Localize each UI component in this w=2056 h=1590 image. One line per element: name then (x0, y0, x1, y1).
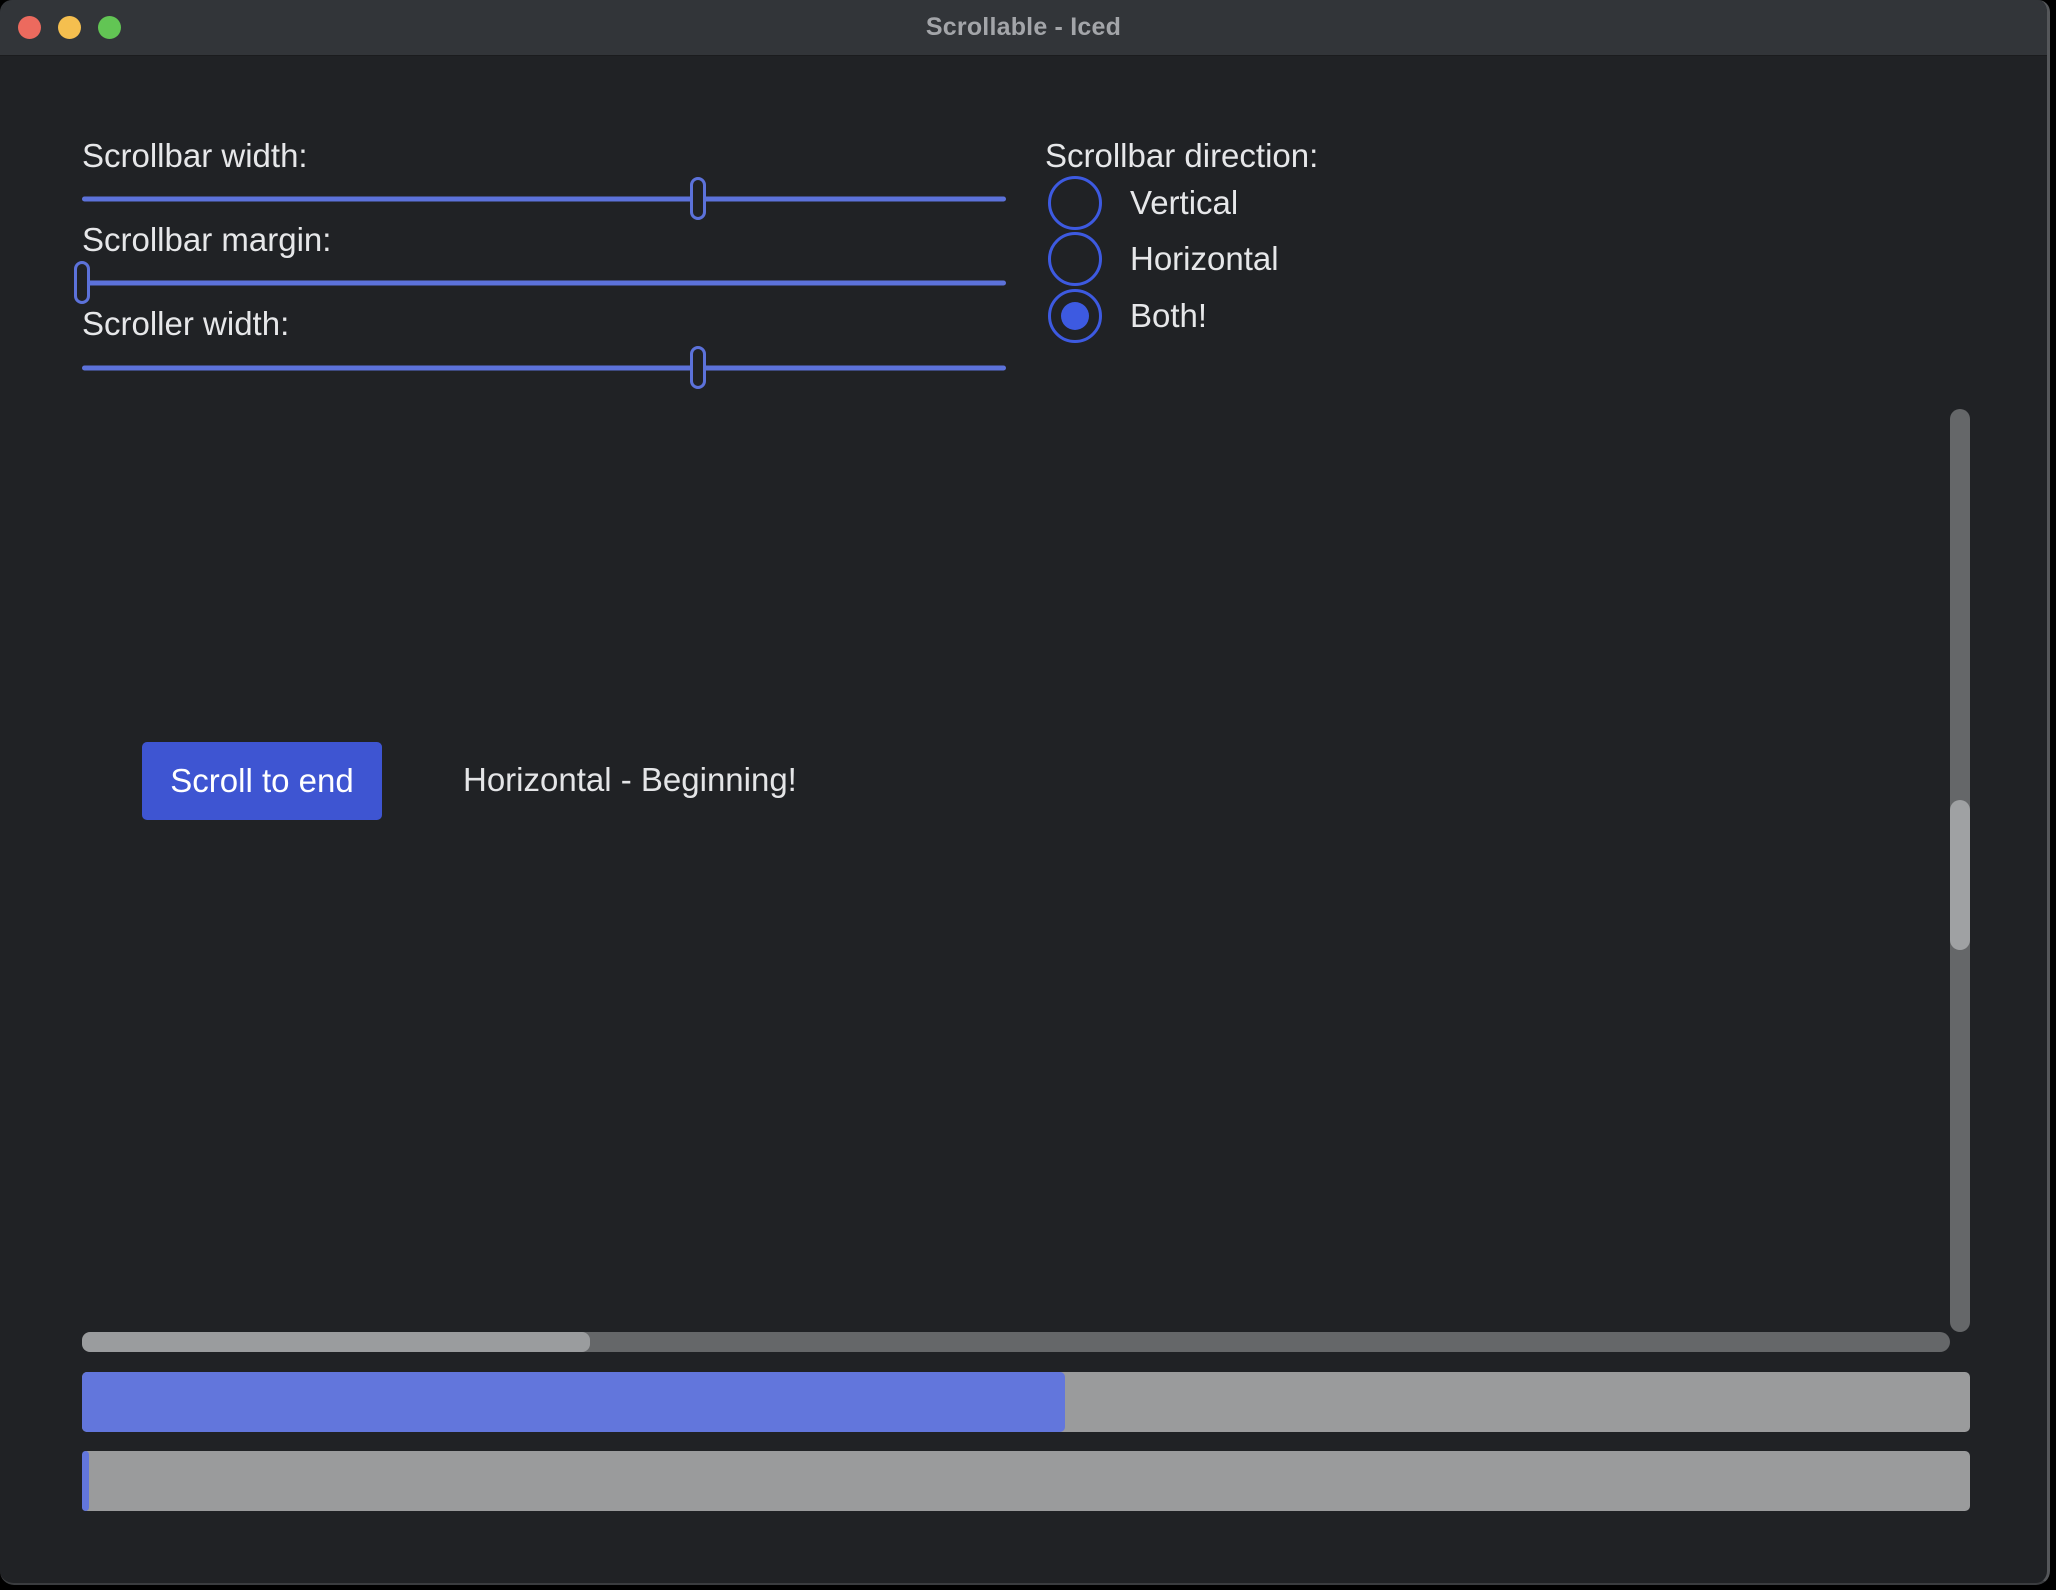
scrollbar-width-slider[interactable] (82, 177, 1006, 220)
app-window: Scrollable - Iced Scrollbar width: Scrol… (0, 0, 2050, 1585)
slider-rail (82, 280, 1006, 285)
window-title: Scrollable - Iced (926, 13, 1121, 42)
radio-dot (1061, 302, 1089, 330)
radio-circle[interactable] (1048, 289, 1102, 343)
scrollbar-width-label: Scrollbar width: (82, 139, 308, 173)
horizontal-progress-bar (82, 1372, 1970, 1432)
slider-rail (82, 196, 1006, 201)
radio-option-both[interactable]: Both! (1048, 289, 1207, 343)
close-button[interactable] (18, 16, 41, 39)
radio-label[interactable]: Both! (1130, 297, 1207, 335)
horizontal-scrollbar[interactable] (82, 1332, 1950, 1352)
radio-label[interactable]: Vertical (1130, 184, 1238, 222)
radio-option-horizontal[interactable]: Horizontal (1048, 232, 1279, 286)
vertical-scroller-thumb[interactable] (1950, 800, 1970, 950)
scrollbar-margin-label: Scrollbar margin: (82, 223, 331, 257)
slider-handle[interactable] (690, 177, 706, 220)
slider-rail (82, 365, 1006, 370)
vertical-scrollbar[interactable] (1950, 409, 1970, 1332)
scroll-to-end-button[interactable]: Scroll to end (142, 742, 382, 820)
radio-circle[interactable] (1048, 176, 1102, 230)
radio-option-vertical[interactable]: Vertical (1048, 176, 1238, 230)
screen: Scrollable - Iced Scrollbar width: Scrol… (0, 0, 2056, 1590)
scrollbar-margin-slider[interactable] (82, 261, 1006, 304)
scrollbar-direction-label: Scrollbar direction: (1045, 139, 1318, 173)
scroller-width-slider[interactable] (82, 346, 1006, 389)
zoom-button[interactable] (98, 16, 121, 39)
scroll-status-text: Horizontal - Beginning! (463, 763, 797, 797)
minimize-button[interactable] (58, 16, 81, 39)
horizontal-scroller-thumb[interactable] (82, 1332, 590, 1352)
radio-circle[interactable] (1048, 232, 1102, 286)
scroller-width-label: Scroller width: (82, 307, 289, 341)
radio-label[interactable]: Horizontal (1130, 240, 1279, 278)
slider-handle[interactable] (690, 346, 706, 389)
slider-handle[interactable] (74, 261, 90, 304)
titlebar: Scrollable - Iced (0, 0, 2047, 56)
progress-fill (82, 1372, 1065, 1432)
progress-fill (82, 1451, 89, 1511)
vertical-progress-bar (82, 1451, 1970, 1511)
